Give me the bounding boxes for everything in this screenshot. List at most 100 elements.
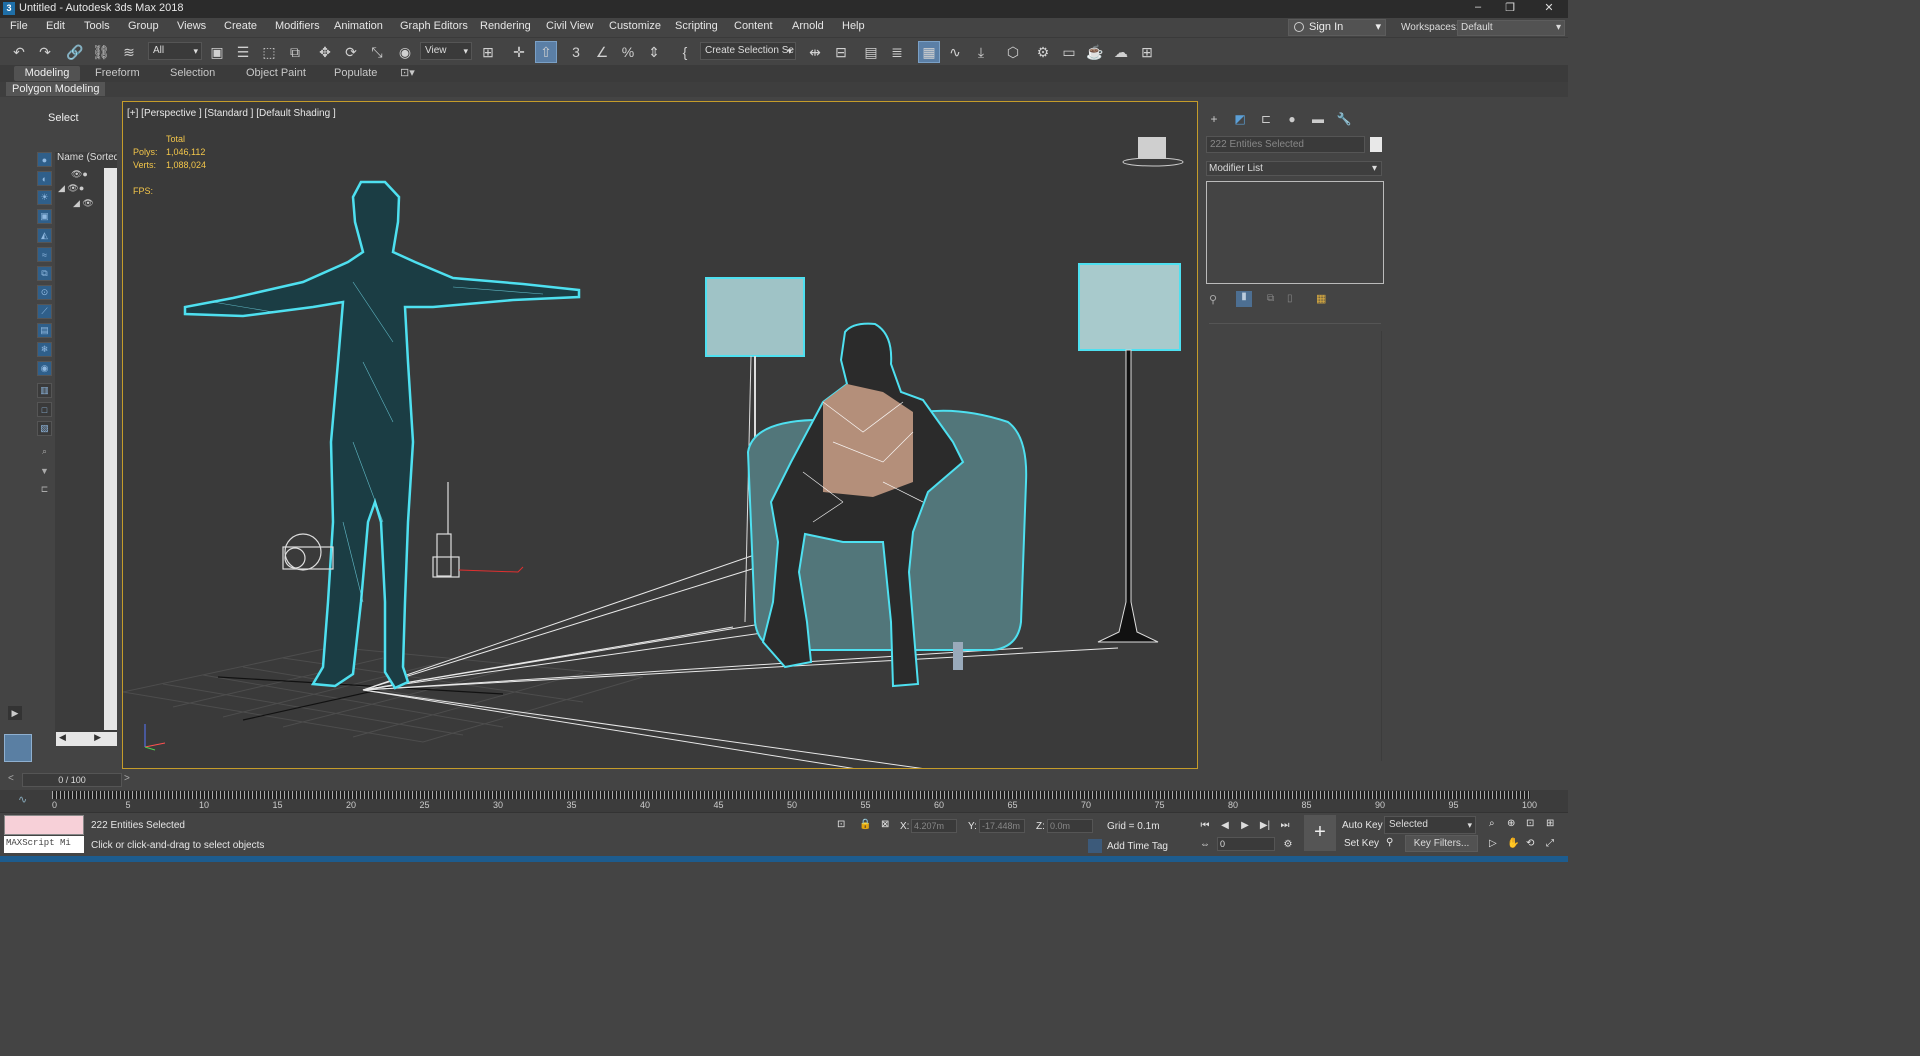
geometry-filter-icon[interactable]: ● <box>37 152 52 167</box>
link-icon[interactable]: 🔗 <box>64 41 86 63</box>
isolate-selection-icon[interactable]: ⊡ <box>837 819 845 830</box>
key-mode-dropdown[interactable]: Selected <box>1384 816 1476 834</box>
scene-explorer-icon[interactable]: ▤ <box>860 41 882 63</box>
frozen-filter-icon[interactable]: ❄ <box>37 342 52 357</box>
add-time-tag[interactable]: Add Time Tag <box>1107 841 1168 852</box>
set-key-button[interactable]: Set Key <box>1344 838 1379 849</box>
group-filter-icon[interactable]: ⧉ <box>37 266 52 281</box>
tab-populate[interactable]: Populate <box>326 66 385 81</box>
pan-icon[interactable]: ✋ <box>1507 838 1519 849</box>
time-slider-next-icon[interactable]: > <box>124 773 130 784</box>
schematic-view-icon[interactable]: ⤓ <box>970 41 992 63</box>
menu-graph-editors[interactable]: Graph Editors <box>400 20 468 32</box>
menu-modifiers[interactable]: Modifiers <box>275 20 320 32</box>
tree-row-expanded[interactable]: ◢ 👁● <box>58 183 84 194</box>
maximize-viewport-icon[interactable]: ⤢ <box>1546 838 1554 849</box>
filter-icon[interactable]: ▼ <box>37 463 52 478</box>
menu-help[interactable]: Help <box>842 20 865 32</box>
redo-icon[interactable]: ↷ <box>34 41 56 63</box>
shape-filter-icon[interactable]: ◐ <box>37 171 52 186</box>
modify-tab-icon[interactable]: ◩ <box>1230 110 1250 128</box>
create-tab-icon[interactable]: + <box>1204 110 1224 128</box>
bone-filter-icon[interactable]: ⟋ <box>37 304 52 319</box>
material-editor-icon[interactable]: ⬡ <box>1002 41 1024 63</box>
move-icon[interactable]: ✥ <box>314 41 336 63</box>
zoom-all-icon[interactable]: ⊕ <box>1507 818 1515 829</box>
modifier-list-dropdown[interactable]: Modifier List ▾ <box>1206 161 1382 176</box>
tab-modeling[interactable]: Modeling <box>14 66 80 81</box>
orbit-icon[interactable]: ⟲ <box>1526 838 1534 849</box>
show-end-result-icon[interactable]: ▮ <box>1236 291 1252 307</box>
next-frame-icon[interactable]: ▶| <box>1257 817 1273 833</box>
a360-gallery-icon[interactable]: ⊞ <box>1136 41 1158 63</box>
restore-button[interactable]: ❐ <box>1499 1 1521 17</box>
expand-arrow-icon[interactable]: ▶ <box>8 706 22 720</box>
time-configuration-icon[interactable]: ⚙ <box>1280 836 1296 852</box>
make-unique-icon[interactable]: ⧉ <box>1267 293 1274 304</box>
current-frame-field[interactable]: 0 <box>1217 837 1275 851</box>
go-to-end-icon[interactable]: ⏭ <box>1277 817 1293 833</box>
render-production-icon[interactable]: ☕ <box>1084 41 1106 63</box>
go-to-start-icon[interactable]: ⏮ <box>1197 817 1213 833</box>
key-filters-button[interactable]: Key Filters... <box>1405 835 1478 852</box>
display-all-icon[interactable]: ▥ <box>37 383 52 398</box>
set-key-button-big[interactable]: + <box>1304 815 1336 851</box>
angle-snap-icon[interactable]: ∠ <box>591 41 613 63</box>
menu-create[interactable]: Create <box>224 20 257 32</box>
zoom-icon[interactable]: ⌕ <box>1489 818 1495 829</box>
xref-filter-icon[interactable]: ⊙ <box>37 285 52 300</box>
layer-icon[interactable]: ⊏ <box>37 482 52 497</box>
tree-row-child[interactable]: ◢ 👁 <box>73 198 94 209</box>
rendered-frame-window-icon[interactable]: ▭ <box>1058 41 1080 63</box>
display-tab-icon[interactable]: ▬ <box>1308 110 1328 128</box>
curve-editor-icon[interactable]: ∿ <box>944 41 966 63</box>
menu-customize[interactable]: Customize <box>609 20 661 32</box>
configure-modifier-sets-icon[interactable]: ▦ <box>1316 292 1326 305</box>
align-icon[interactable]: ⊟ <box>830 41 852 63</box>
helper-filter-icon[interactable]: ◭ <box>37 228 52 243</box>
remove-modifier-icon[interactable]: ▯ <box>1287 293 1293 304</box>
zoom-extents-all-icon[interactable]: ⊞ <box>1546 818 1554 829</box>
field-of-view-icon[interactable]: ▷ <box>1489 838 1497 849</box>
time-slider[interactable]: 0 / 100 <box>22 773 122 787</box>
tab-selection[interactable]: Selection <box>162 66 223 81</box>
time-tag-icon[interactable] <box>1088 839 1102 853</box>
bind-space-warp-icon[interactable]: ≋ <box>118 41 140 63</box>
selection-filter-dropdown[interactable]: All <box>148 42 202 60</box>
modifier-stack[interactable] <box>1206 181 1384 284</box>
menu-animation[interactable]: Animation <box>334 20 383 32</box>
polygon-modeling-panel[interactable]: Polygon Modeling <box>6 82 106 96</box>
menu-group[interactable]: Group <box>128 20 159 32</box>
render-in-cloud-icon[interactable]: ☁ <box>1110 41 1132 63</box>
container-filter-icon[interactable]: ▤ <box>37 323 52 338</box>
select-object-icon[interactable]: ▣ <box>206 41 228 63</box>
percent-snap-icon[interactable]: % <box>617 41 639 63</box>
curve-editor-mini-icon[interactable]: ∿ <box>18 793 27 806</box>
unlink-icon[interactable]: ⛓ <box>90 41 112 63</box>
invert-display-icon[interactable]: ▧ <box>37 421 52 436</box>
scale-icon[interactable]: ⤡ <box>366 41 388 63</box>
name-column-header[interactable]: Name (Sorted A <box>57 152 117 163</box>
toggle-ribbon-icon[interactable]: ▦ <box>918 41 940 63</box>
snaps-toggle-icon[interactable]: 3 <box>565 41 587 63</box>
menu-edit[interactable]: Edit <box>46 20 65 32</box>
find-icon[interactable]: ⌕ <box>37 444 52 459</box>
object-color-swatch[interactable] <box>1370 137 1382 152</box>
render-setup-icon[interactable]: ⚙ <box>1032 41 1054 63</box>
explorer-hscrollbar[interactable]: ◀ ▶ <box>56 732 117 746</box>
menu-rendering[interactable]: Rendering <box>480 20 531 32</box>
hierarchy-tab-icon[interactable]: ⊏ <box>1256 110 1276 128</box>
light-filter-icon[interactable]: ☀ <box>37 190 52 205</box>
previous-frame-icon[interactable]: ◀ <box>1217 817 1233 833</box>
menu-content[interactable]: Content <box>734 20 773 32</box>
pivot-center-icon[interactable]: ⊞ <box>477 41 499 63</box>
explorer-scrollbar[interactable] <box>104 168 117 730</box>
sign-in-dropdown[interactable]: Sign In ▾ <box>1288 19 1386 36</box>
auto-key-button[interactable]: Auto Key <box>1342 820 1383 831</box>
selection-name-field[interactable]: 222 Entities Selected <box>1206 136 1365 153</box>
undo-icon[interactable]: ↶ <box>8 41 30 63</box>
motion-tab-icon[interactable]: ● <box>1282 110 1302 128</box>
menu-tools[interactable]: Tools <box>84 20 110 32</box>
menu-civil-view[interactable]: Civil View <box>546 20 593 32</box>
rotate-icon[interactable]: ⟳ <box>340 41 362 63</box>
